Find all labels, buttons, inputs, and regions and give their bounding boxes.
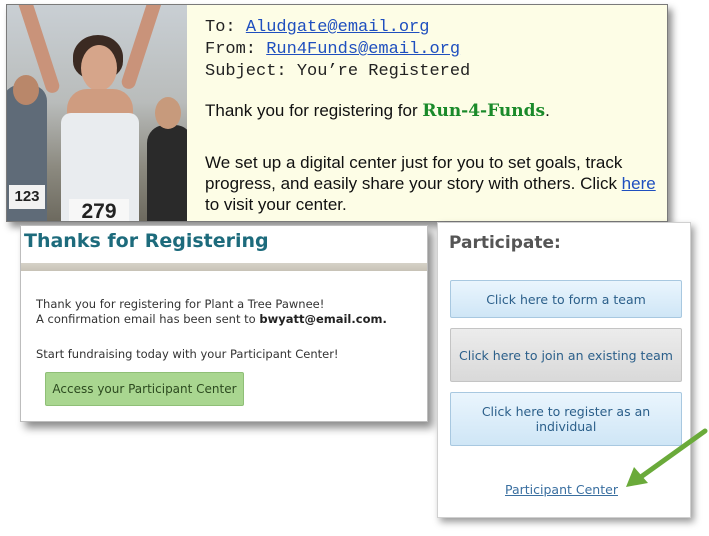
greeting-period: . [545, 101, 550, 120]
green-arrow-icon [626, 428, 708, 487]
participant-center-link[interactable]: Participant Center [505, 482, 618, 497]
bib-left: 123 [9, 185, 45, 209]
confirmation-line1: Thank you for registering for Plant a Tr… [36, 297, 325, 311]
email-greeting: Thank you for registering for Run-4-Fund… [205, 101, 550, 121]
greeting-text: Thank you for registering for [205, 101, 423, 120]
email-body: We set up a digital center just for you … [205, 152, 665, 215]
here-link[interactable]: here [622, 174, 656, 193]
from-label: From: [205, 40, 257, 59]
participate-title: Participate: [449, 233, 561, 253]
thanks-title: Thanks for Registering [24, 230, 269, 252]
email-panel: 123 279 To: Aludgate@email.org From: Run… [6, 4, 668, 222]
thanks-panel: Thanks for Registering Thank you for reg… [20, 225, 428, 422]
start-fundraising-text: Start fundraising today with your Partic… [36, 347, 339, 361]
from-line: From: Run4Funds@email.org [205, 39, 470, 61]
bib-main: 279 [69, 199, 129, 221]
to-label: To: [205, 18, 236, 37]
runner-photo: 123 279 [7, 5, 187, 221]
body-text-end: to visit your center. [205, 195, 347, 214]
subject-value: You’re Registered [296, 62, 471, 81]
form-team-button[interactable]: Click here to form a team [450, 280, 682, 318]
access-participant-center-button[interactable]: Access your Participant Center [45, 372, 244, 406]
confirmation-line2: A confirmation email has been sent to bw… [36, 312, 387, 327]
from-email-link[interactable]: Run4Funds@email.org [266, 40, 460, 59]
to-email-link[interactable]: Aludgate@email.org [246, 18, 430, 37]
to-line: To: Aludgate@email.org [205, 17, 470, 39]
email-header: To: Aludgate@email.org From: Run4Funds@e… [205, 17, 470, 83]
subject-line: Subject: You’re Registered [205, 61, 470, 83]
body-text: We set up a digital center just for you … [205, 153, 623, 193]
brand-name: Run-4-Funds [422, 101, 546, 121]
confirmation-message: Thank you for registering for Plant a Tr… [36, 297, 387, 327]
confirmation-email: bwyatt@email.com. [259, 312, 387, 326]
join-team-button[interactable]: Click here to join an existing team [450, 328, 682, 382]
confirmation-prefix: A confirmation email has been sent to [36, 312, 260, 326]
title-divider [21, 263, 427, 271]
subject-label: Subject: [205, 62, 287, 81]
